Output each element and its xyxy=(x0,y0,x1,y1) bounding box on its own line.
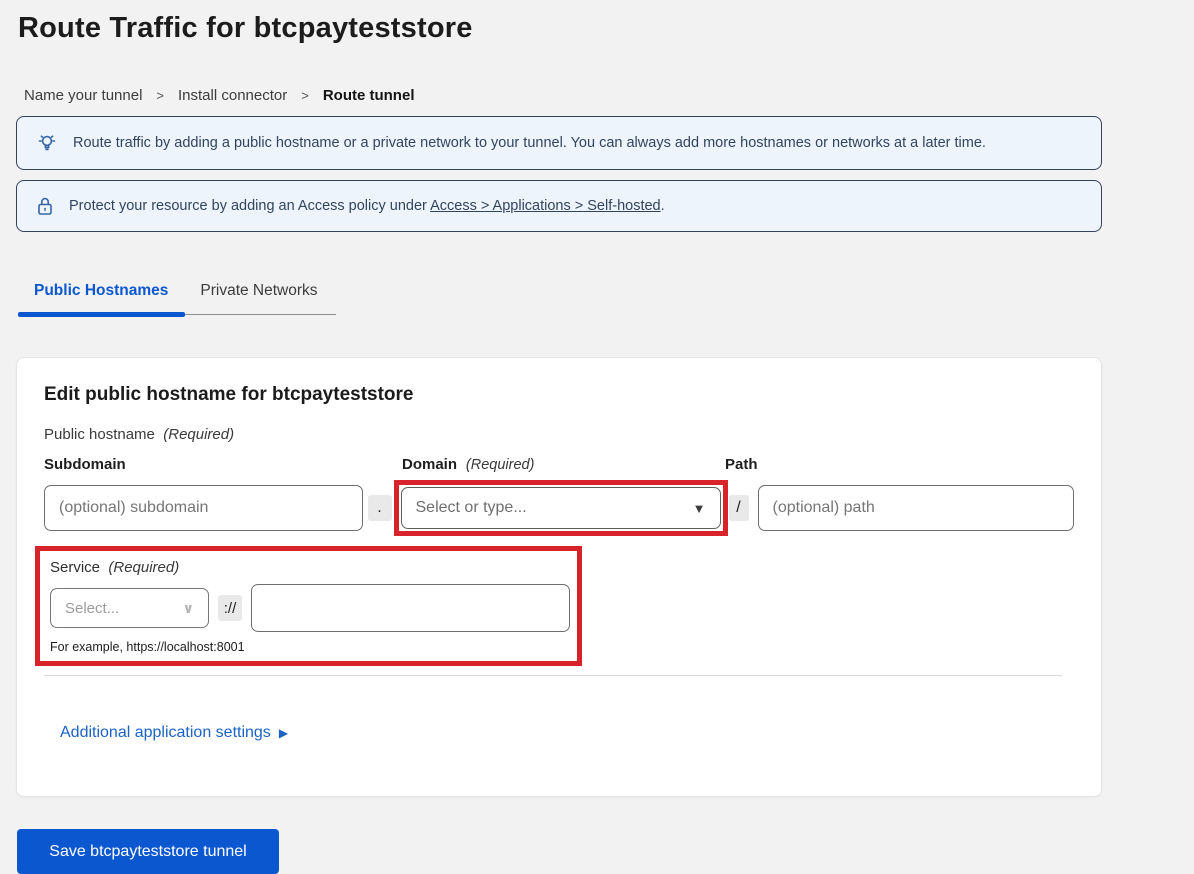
access-applications-self-hosted-link[interactable]: Access > Applications > Self-hosted xyxy=(430,198,661,214)
breadcrumb-separator: > xyxy=(301,88,309,103)
lock-icon xyxy=(35,195,55,217)
card-heading: Edit public hostname for btcpayteststore xyxy=(44,384,1074,406)
tabs: Public Hostnames Private Networks xyxy=(18,282,1178,317)
tip-banner-text: Route traffic by adding a public hostnam… xyxy=(73,135,986,151)
path-input[interactable] xyxy=(758,485,1075,531)
page-title: Route Traffic for btcpayteststore xyxy=(18,12,1178,45)
annotation-box-domain: Select or type... ▼ xyxy=(394,480,728,536)
tip-banner: Route traffic by adding a public hostnam… xyxy=(16,116,1102,170)
lightbulb-icon xyxy=(35,131,59,155)
scheme-separator: :// xyxy=(218,595,242,621)
section-divider xyxy=(44,675,1062,676)
access-policy-banner: Protect your resource by adding an Acces… xyxy=(16,180,1102,232)
path-label: Path xyxy=(725,456,758,473)
service-type-placeholder: Select... xyxy=(65,600,119,617)
subdomain-label: Subdomain xyxy=(44,456,126,473)
access-policy-text-prefix: Protect your resource by adding an Acces… xyxy=(69,198,430,214)
breadcrumb-name-your-tunnel[interactable]: Name your tunnel xyxy=(24,87,142,104)
service-label-text: Service xyxy=(50,559,100,576)
dropdown-arrow-icon: ▼ xyxy=(693,501,706,516)
page: Route Traffic for btcpayteststore Name y… xyxy=(0,0,1194,874)
breadcrumb-separator: > xyxy=(156,88,164,103)
access-policy-text-suffix: . xyxy=(661,198,665,214)
service-label: Service (Required) xyxy=(50,559,577,576)
tab-public-hostnames[interactable]: Public Hostnames xyxy=(18,282,184,312)
domain-required-note: (Required) xyxy=(466,457,535,473)
public-hostname-required-note: (Required) xyxy=(163,426,234,443)
domain-label: Domain xyxy=(402,456,457,473)
hostname-labels-row: Subdomain Domain (Required) Path xyxy=(44,456,1074,474)
domain-select-placeholder: Select or type... xyxy=(416,499,527,517)
service-hint: For example, https://localhost:8001 xyxy=(50,640,577,654)
service-url-input[interactable] xyxy=(251,584,570,632)
hostname-inputs-row: . Select or type... ▼ / xyxy=(44,480,1074,536)
additional-settings-label: Additional application settings xyxy=(60,724,271,742)
public-hostname-label: Public hostname (Required) xyxy=(44,426,1074,443)
save-tunnel-button[interactable]: Save btcpayteststore tunnel xyxy=(17,829,279,874)
subdomain-input[interactable] xyxy=(44,485,363,531)
edit-public-hostname-card: Edit public hostname for btcpayteststore… xyxy=(16,357,1102,797)
tab-underline-track xyxy=(18,312,336,317)
breadcrumb-route-tunnel: Route tunnel xyxy=(323,87,415,104)
domain-select[interactable]: Select or type... ▼ xyxy=(401,487,721,529)
annotation-box-service: Service (Required) Select... ∨ :// For e… xyxy=(35,546,582,666)
slash-separator: / xyxy=(729,495,749,521)
service-required-note: (Required) xyxy=(108,559,179,576)
chevron-down-icon: ∨ xyxy=(183,600,194,617)
breadcrumb: Name your tunnel > Install connector > R… xyxy=(24,87,1178,104)
service-type-select[interactable]: Select... ∨ xyxy=(50,588,209,628)
dot-separator: . xyxy=(368,495,392,521)
access-policy-banner-text: Protect your resource by adding an Acces… xyxy=(69,198,665,214)
active-tab-indicator xyxy=(18,312,185,317)
public-hostname-label-text: Public hostname xyxy=(44,426,155,443)
breadcrumb-install-connector[interactable]: Install connector xyxy=(178,87,287,104)
additional-application-settings-link[interactable]: Additional application settings ▶ xyxy=(60,724,288,742)
service-inputs-row: Select... ∨ :// xyxy=(50,584,577,632)
expand-arrow-icon: ▶ xyxy=(279,726,288,740)
tab-private-networks[interactable]: Private Networks xyxy=(184,282,333,312)
